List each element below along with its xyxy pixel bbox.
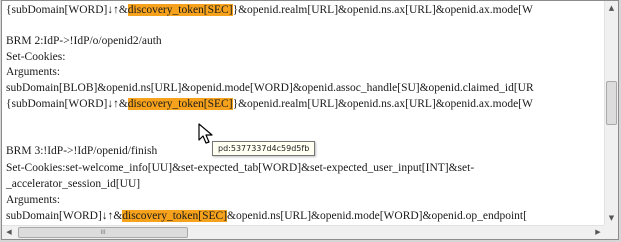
scroll-right-button[interactable]: ▶: [591, 226, 605, 239]
line-text-prefix: {subDomain[WORD]↓↑&: [6, 98, 128, 110]
highlighted-token: discovery_token[SEC]: [127, 98, 233, 110]
text-line: subDomain[BLOB]&openid.ns[URL]&openid.mo…: [6, 82, 534, 94]
text-line: BRM 2:IdP->!IdP/o/openid2/auth: [6, 35, 162, 47]
text-line: Set-Cookies:: [6, 51, 66, 63]
vertical-scrollbar[interactable]: ▲ ▼: [604, 1, 618, 225]
horizontal-scrollbar[interactable]: ◀ III ▶: [2, 225, 605, 239]
line-text-prefix: {subDomain[WORD]↓↑&: [6, 4, 128, 16]
horizontal-scroll-thumb[interactable]: III: [18, 227, 188, 238]
text-line: _accelerator_session_id[UU]: [6, 178, 141, 190]
text-line: Arguments:: [6, 194, 61, 206]
message-content-area[interactable]: {subDomain[WORD]↓↑&discovery_token[SEC]}…: [2, 1, 605, 225]
scroll-down-button[interactable]: ▼: [605, 211, 618, 225]
text-line: Set-Cookies:set-welcome_info[UU]&set-exp…: [6, 162, 475, 174]
highlighted-token: discovery_token[SEC]: [127, 4, 233, 16]
scroll-left-button[interactable]: ◀: [2, 226, 16, 239]
highlighted-token: discovery_token[SEC]: [122, 210, 228, 222]
line-text-suffix: &openid.ns[URL]&openid.mode[WORD]&openid…: [227, 210, 527, 222]
line-text-suffix: }&openid.realm[URL]&openid.ns.ax[URL]&op…: [232, 4, 533, 16]
line-text-prefix: subDomain[WORD]↓↑&: [6, 210, 123, 222]
vertical-scroll-thumb[interactable]: [606, 81, 617, 125]
text-line: subDomain[WORD]↓↑&discovery_token[SEC]&o…: [6, 209, 527, 224]
line-text-suffix: }&openid.realm[URL]&openid.ns.ax[URL]&op…: [232, 98, 533, 110]
text-line: {subDomain[WORD]↓↑&discovery_token[SEC]}…: [6, 3, 533, 18]
text-line: BRM 3:!IdP->!IdP/openid/finish: [6, 145, 158, 157]
scrollbar-corner: [604, 225, 618, 239]
text-line: Arguments:: [6, 66, 61, 78]
token-tooltip: pd:5377337d4c59d5fb: [212, 141, 316, 156]
scroll-up-button[interactable]: ▲: [605, 1, 618, 15]
text-viewer-window: {subDomain[WORD]↓↑&discovery_token[SEC]}…: [1, 0, 619, 240]
text-line: {subDomain[WORD]↓↑&discovery_token[SEC]}…: [6, 97, 533, 112]
